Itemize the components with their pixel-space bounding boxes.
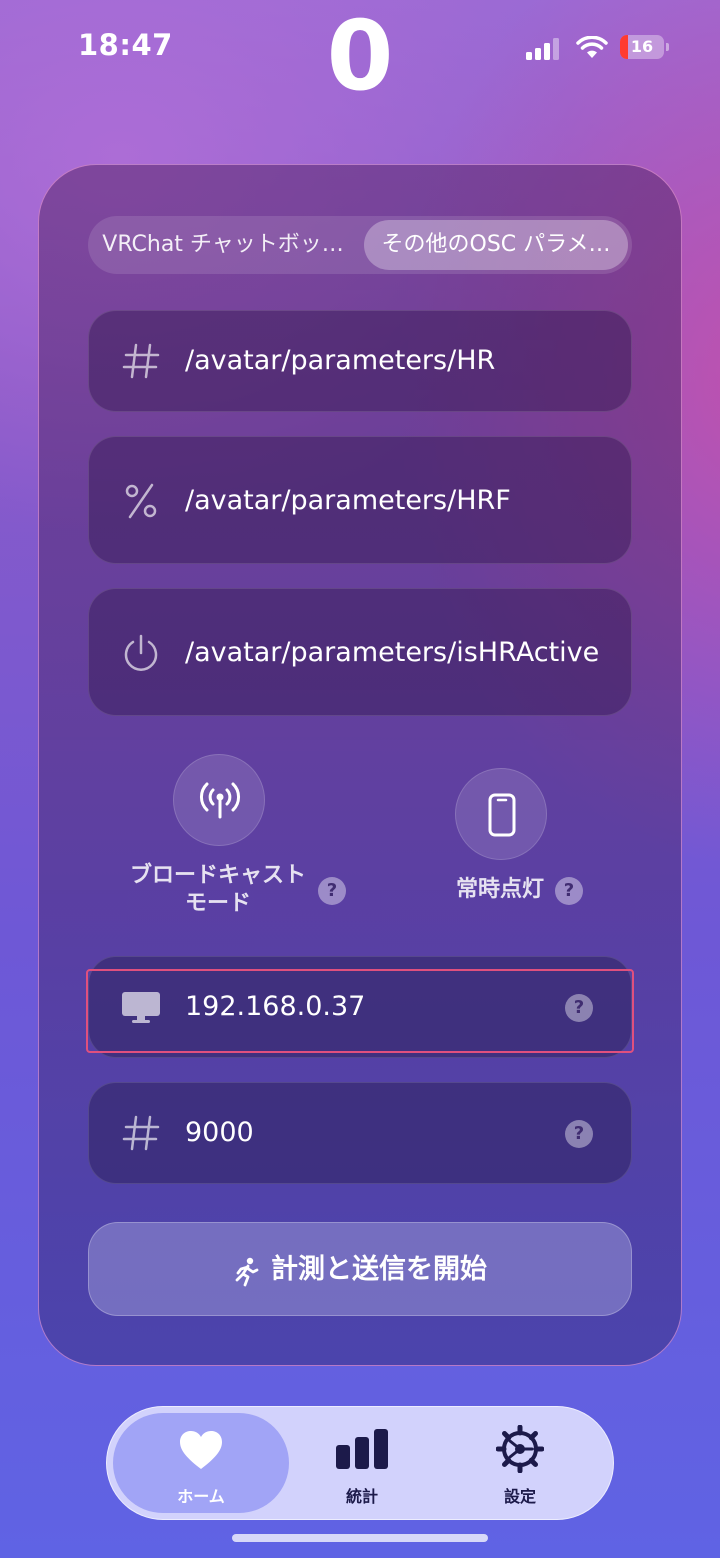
percent-icon (119, 481, 163, 530)
port-help-button[interactable]: ? (565, 1120, 593, 1148)
running-figure-icon (233, 1257, 259, 1291)
battery-icon: 16 (620, 35, 669, 59)
broadcast-help-button[interactable]: ? (318, 877, 346, 905)
home-indicator (232, 1534, 488, 1542)
param-ishractive-value: /avatar/parameters/isHRActive (185, 637, 600, 668)
tab-home-label: ホーム (177, 1487, 225, 1506)
tab-settings[interactable]: 設定 (435, 1407, 605, 1517)
param-ishractive-field[interactable]: /avatar/parameters/isHRActive (88, 588, 632, 716)
tab-stats[interactable]: 統計 (277, 1407, 447, 1517)
param-hr-field[interactable]: /avatar/parameters/HR (88, 310, 632, 412)
always-on-toggle[interactable] (455, 768, 547, 860)
always-on-help-button[interactable]: ? (555, 877, 583, 905)
mode-segmented-control: VRChat チャットボッ… その他のOSC パラメ… (88, 216, 632, 274)
broadcast-mode-label: ブロードキャスト モード (129, 863, 306, 916)
antenna-icon (200, 782, 240, 819)
port-value: 9000 (185, 1117, 254, 1148)
hash-icon (119, 341, 163, 390)
segment-vrchat-chatbox[interactable]: VRChat チャットボッ… (88, 216, 358, 274)
port-field[interactable]: 9000 ? (88, 1082, 632, 1184)
tab-home[interactable]: ホーム (113, 1413, 289, 1513)
tab-stats-label: 統計 (345, 1487, 378, 1506)
broadcast-mode-toggle[interactable] (173, 754, 265, 846)
start-button-label: 計測と送信を開始 (271, 1254, 487, 1285)
heart-rate-value: 0 (326, 0, 394, 112)
chart-icon (277, 1427, 447, 1475)
param-hrf-field[interactable]: /avatar/parameters/HRF (88, 436, 632, 564)
battery-percent: 16 (630, 37, 654, 56)
segment-other-osc-params[interactable]: その他のOSC パラメ… (364, 220, 628, 270)
always-on-label: 常時点灯 (455, 877, 544, 902)
power-icon (119, 633, 163, 682)
param-hr-value: /avatar/parameters/HR (185, 345, 496, 376)
tab-settings-label: 設定 (503, 1487, 536, 1506)
ip-field-highlight (86, 969, 634, 1053)
gear-icon (435, 1424, 605, 1477)
hash-icon (119, 1113, 163, 1162)
start-measure-send-button[interactable]: 計測と送信を開始 (88, 1222, 632, 1316)
phone-icon (488, 793, 516, 837)
wifi-icon (576, 35, 608, 60)
param-hrf-value: /avatar/parameters/HRF (185, 485, 511, 516)
cellular-signal-icon (526, 38, 560, 60)
heart-icon (113, 1429, 289, 1475)
tab-bar: ホーム 統計 設定 (106, 1406, 614, 1520)
